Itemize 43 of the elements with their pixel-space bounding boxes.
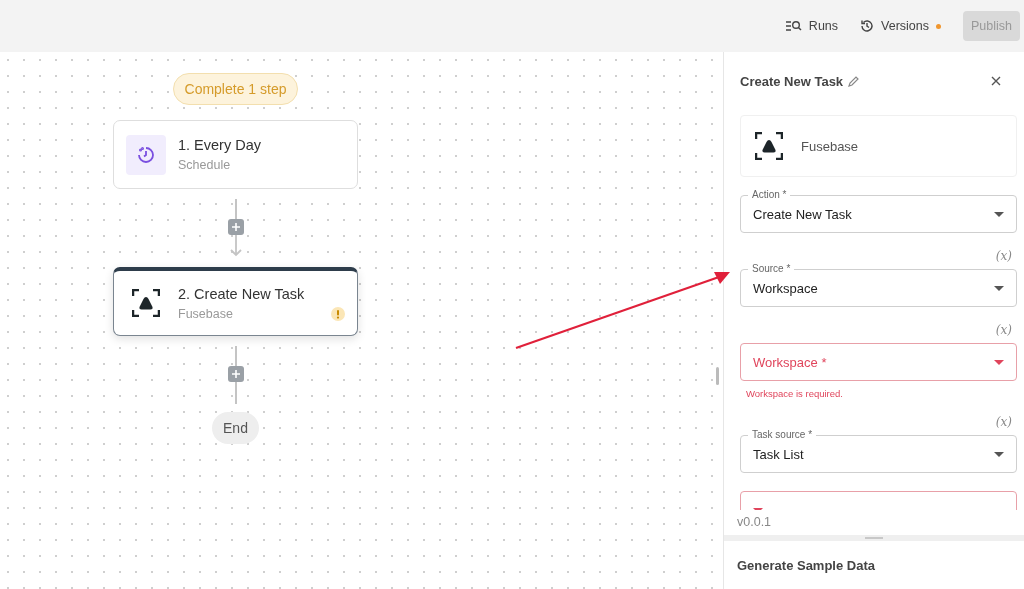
dropdown-caret-icon — [994, 451, 1004, 457]
clock-icon — [137, 145, 155, 164]
field-label: Source * — [748, 263, 795, 275]
list-search-icon — [785, 20, 802, 32]
section-title: Generate Sample Data — [737, 558, 875, 573]
add-step-button[interactable] — [227, 219, 244, 235]
plus-icon — [231, 370, 240, 378]
edit-icon[interactable] — [848, 75, 860, 87]
app-name: Fusebase — [801, 138, 859, 154]
field-value: Create New Task — [753, 206, 852, 222]
add-step-button[interactable] — [227, 366, 244, 382]
step-node[interactable]: 1. Every Day Schedule — [113, 120, 358, 189]
end-node: End — [212, 412, 259, 444]
step-subtitle: Fusebase — [178, 306, 234, 321]
resize-handle[interactable] — [716, 367, 719, 385]
step-title: 2. Create New Task — [178, 285, 305, 302]
step-node[interactable]: 2. Create New Task Fusebase — [113, 267, 358, 336]
step-title: 1. Every Day — [178, 137, 261, 153]
runs-button[interactable]: Runs — [785, 19, 839, 33]
field-value: Task List — [753, 446, 804, 462]
field-label: Task source * — [748, 429, 817, 441]
variable-toggle[interactable]: (x) — [995, 413, 1017, 431]
status-badge: Complete 1 step — [172, 73, 299, 105]
versions-button[interactable]: Versions — [860, 19, 941, 33]
fusebase-logo-icon — [755, 132, 783, 160]
panel-title: Create New Task — [740, 73, 844, 89]
variable-toggle[interactable]: (x) — [995, 321, 1017, 339]
field-value: Workspace — [753, 280, 818, 296]
connector-line — [234, 346, 237, 366]
dropdown-caret-icon — [994, 359, 1004, 365]
fusebase-logo-icon — [132, 289, 160, 317]
plus-icon — [231, 223, 240, 231]
field-label: Workspace * — [753, 354, 827, 370]
version-label: v0.0.1 — [736, 513, 773, 531]
connector-line — [234, 199, 237, 219]
history-icon — [860, 19, 875, 33]
variable-toggle[interactable]: (x) — [995, 247, 1017, 265]
step-subtitle: Schedule — [178, 158, 232, 172]
dropdown-caret-icon — [994, 285, 1004, 291]
field-label: Action * — [748, 189, 791, 201]
dropdown-caret-icon — [994, 211, 1004, 217]
error-message: Workspace is required. — [746, 388, 844, 399]
close-icon[interactable] — [991, 76, 1001, 86]
